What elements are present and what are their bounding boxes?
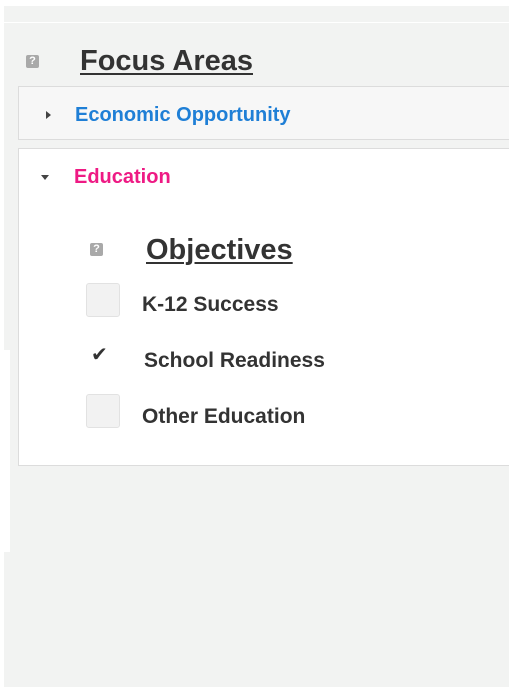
caret-down-icon [41, 175, 49, 180]
k12-success-label[interactable]: K-12 Success [142, 292, 279, 318]
school-readiness-checkbox[interactable]: ✔ [86, 337, 120, 371]
accordion-header-economic-opportunity[interactable]: Economic Opportunity [19, 87, 509, 145]
panel-top-divider [4, 22, 509, 23]
accordion-header-education[interactable]: Education [19, 149, 509, 207]
accordion-economic-opportunity[interactable]: Economic Opportunity [18, 86, 509, 140]
other-education-checkbox[interactable] [86, 394, 120, 428]
objectives-help-icon[interactable]: ? [90, 243, 103, 256]
caret-right-icon [46, 111, 51, 119]
focus-areas-help-icon[interactable]: ? [26, 55, 39, 68]
other-education-label[interactable]: Other Education [142, 404, 305, 430]
checkmark-icon: ✔ [91, 342, 108, 366]
objectives-heading: Objectives [146, 234, 293, 266]
accordion-label-education: Education [74, 166, 171, 188]
focus-areas-heading: Focus Areas [80, 45, 253, 77]
accordion-label-economic-opportunity: Economic Opportunity [75, 104, 291, 126]
school-readiness-label[interactable]: School Readiness [144, 348, 325, 374]
panel-left-edge [4, 350, 10, 552]
k12-success-checkbox[interactable] [86, 283, 120, 317]
